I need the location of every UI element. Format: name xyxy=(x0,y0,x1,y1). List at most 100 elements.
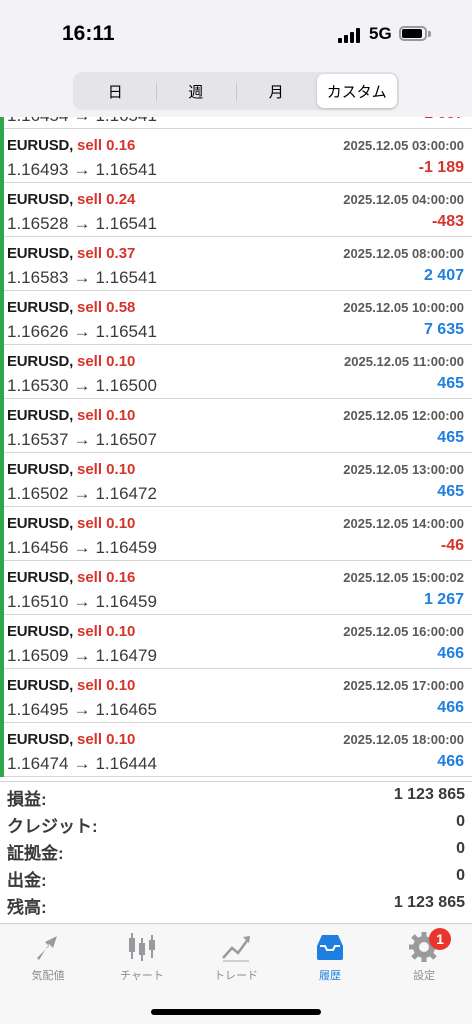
price-arrow: → xyxy=(73,484,91,503)
trade-side-volume: sell 0.10 xyxy=(77,461,136,478)
trade-icon xyxy=(222,936,251,962)
trade-row[interactable]: EURUSD, sell 0.16 2025.12.05 15:00:02 1.165… xyxy=(0,561,472,615)
home-indicator xyxy=(151,1009,321,1015)
summary-label: 残高: xyxy=(7,898,47,917)
trade-row[interactable]: EURUSD, sell 0.10 2025.12.05 12:00:00 1.165… xyxy=(0,399,472,453)
trade-symbol: EURUSD, xyxy=(7,299,74,316)
trade-profit: -483 xyxy=(431,213,464,230)
period-segmented-control: 日 週 月 カスタム xyxy=(73,72,399,110)
trade-row[interactable]: EURUSD, sell 0.10 2025.12.05 11:00:00 1.165… xyxy=(0,345,472,399)
trade-row[interactable]: EURUSD, sell 0.16 2025.12.05 03:00:00 1.164… xyxy=(0,129,472,183)
open-price: 1.16583 xyxy=(7,268,69,287)
trade-symbol: EURUSD, xyxy=(7,515,74,532)
trade-symbol: EURUSD, xyxy=(7,407,74,424)
trade-profit: 7 635 xyxy=(423,321,464,338)
trade-profit: 466 xyxy=(437,645,464,662)
quotes-icon xyxy=(37,936,57,960)
trade-datetime: 2025.12.05 15:00:02 xyxy=(343,570,464,585)
open-price: 1.16456 xyxy=(7,538,69,557)
trade-prices: 1.16456 → 1.16459 xyxy=(7,538,157,558)
tab-label: 気配値 xyxy=(31,970,65,982)
network-type: 5G xyxy=(369,24,392,43)
trade-profit: 466 xyxy=(437,753,464,770)
summary-label: 証拠金: xyxy=(7,844,64,863)
open-price: 1.16528 xyxy=(7,214,69,233)
trade-profit: 2 407 xyxy=(423,267,464,284)
trade-symbol: EURUSD, xyxy=(7,623,74,640)
trade-row[interactable]: EURUSD, sell 0.10 2025.12.05 18:00:00 1.164… xyxy=(0,723,472,777)
summary-value: 1 123 865 xyxy=(393,894,465,911)
trade-datetime: 2025.12.05 03:00:00 xyxy=(343,138,464,153)
tab-history[interactable]: 履歴 xyxy=(283,930,377,990)
trade-row[interactable]: EURUSD, sell 0.58 2025.12.05 10:00:00 1.166… xyxy=(0,291,472,345)
summary-value: 0 xyxy=(456,840,465,857)
trade-row[interactable]: EURUSD,sell 0.161.16454→1.16541-1 657 xyxy=(0,117,472,129)
trade-prices: 1.16583 → 1.16541 xyxy=(7,268,157,288)
price-arrow: → xyxy=(73,376,91,395)
trade-prices: 1.16509 → 1.16479 xyxy=(7,646,157,666)
tab-trade[interactable]: トレード xyxy=(189,930,283,990)
close-price: 1.16459 xyxy=(95,592,157,611)
open-price: 1.16493 xyxy=(7,160,69,179)
trade-row[interactable]: EURUSD, sell 0.10 2025.12.05 17:00:00 1.164… xyxy=(0,669,472,723)
trade-side-volume: sell 0.10 xyxy=(77,407,136,424)
price-arrow: → xyxy=(73,117,90,125)
period-tab-day[interactable]: 日 xyxy=(75,74,156,108)
summary-row-credit: クレジット: 0 xyxy=(0,809,472,836)
trade-row[interactable]: EURUSD, sell 0.24 2025.12.05 04:00:00 1.165… xyxy=(0,183,472,237)
trade-side-volume: sell 0.10 xyxy=(77,731,136,748)
trade-datetime: 2025.12.05 16:00:00 xyxy=(343,624,464,639)
price-arrow: → xyxy=(73,268,91,287)
period-tab-custom[interactable]: カスタム xyxy=(316,74,397,108)
account-summary: 損益: 1 123 865 クレジット: 0 証拠金: 0 出金: 0 残高: … xyxy=(0,781,472,923)
trade-prices: 1.16530 → 1.16500 xyxy=(7,376,157,396)
trade-history-list[interactable]: EURUSD,sell 0.161.16454→1.16541-1 657EUR… xyxy=(0,117,472,781)
trade-datetime: 2025.12.05 08:00:00 xyxy=(343,246,464,261)
price-arrow: → xyxy=(73,430,91,449)
chart-candles-icon xyxy=(129,933,155,961)
open-price: 1.16509 xyxy=(7,646,69,665)
trade-datetime: 2025.12.05 13:00:00 xyxy=(343,462,464,477)
trade-row[interactable]: EURUSD, sell 0.10 2025.12.05 13:00:00 1.165… xyxy=(0,453,472,507)
close-price: 1.16500 xyxy=(95,376,157,395)
trade-symbol: EURUSD, xyxy=(7,677,74,694)
trade-side-volume: sell 0.10 xyxy=(77,515,136,532)
price-arrow: → xyxy=(73,700,91,719)
trade-prices: 1.16502 → 1.16472 xyxy=(7,484,157,504)
trade-row[interactable]: EURUSD, sell 0.10 2025.12.05 14:00:00 1.164… xyxy=(0,507,472,561)
summary-row-withdrawal: 出金: 0 xyxy=(0,863,472,890)
open-price: 1.16530 xyxy=(7,376,69,395)
period-tab-month[interactable]: 月 xyxy=(236,74,317,108)
trade-profit: 466 xyxy=(437,699,464,716)
price-arrow: → xyxy=(73,592,91,611)
close-price: 1.16444 xyxy=(95,754,157,773)
status-time: 16:11 xyxy=(62,22,115,45)
trade-side-volume: sell 0.10 xyxy=(77,623,136,640)
open-price: 1.16626 xyxy=(7,322,69,341)
close-price: 1.16541 xyxy=(95,268,157,287)
trade-row[interactable]: EURUSD, sell 0.37 2025.12.05 08:00:00 1.165… xyxy=(0,237,472,291)
trade-side-volume: sell 0.10 xyxy=(77,677,136,694)
tab-label: 履歴 xyxy=(319,970,341,982)
trade-symbol: EURUSD, xyxy=(7,461,74,478)
tab-label: チャート xyxy=(120,970,164,982)
tab-settings[interactable]: 1 設定 xyxy=(377,928,471,990)
trade-datetime: 2025.12.05 12:00:00 xyxy=(343,408,464,423)
price-arrow: → xyxy=(73,646,91,665)
trade-profit: 1 267 xyxy=(423,591,464,608)
trade-datetime: 2025.12.05 17:00:00 xyxy=(343,678,464,693)
trade-datetime: 2025.12.05 04:00:00 xyxy=(343,192,464,207)
trade-prices: 1.16626 → 1.16541 xyxy=(7,322,157,342)
tab-quotes[interactable]: 気配値 xyxy=(1,930,95,990)
open-price: 1.16454 xyxy=(7,117,68,125)
history-inbox-icon xyxy=(317,935,343,960)
trade-profit: -1 657 xyxy=(419,117,464,123)
summary-row-margin: 証拠金: 0 xyxy=(0,836,472,863)
period-tab-week[interactable]: 週 xyxy=(155,74,237,108)
tab-chart[interactable]: チャート xyxy=(95,930,189,990)
price-arrow: → xyxy=(73,754,91,773)
trade-row[interactable]: EURUSD, sell 0.10 2025.12.05 16:00:00 1.165… xyxy=(0,615,472,669)
summary-value: 0 xyxy=(456,867,465,884)
trade-profit: 465 xyxy=(437,429,464,446)
summary-value: 1 123 865 xyxy=(393,786,465,803)
